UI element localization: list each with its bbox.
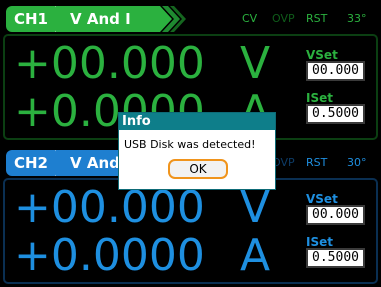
mode-chevrons-icon — [150, 6, 186, 32]
iset-input[interactable]: 0.5000 — [306, 248, 365, 268]
temperature-readout: 33° — [347, 12, 367, 25]
voltage-reading: +00.000 — [14, 182, 205, 233]
vset-input[interactable]: 00.000 — [306, 61, 365, 81]
temperature-readout: 30° — [347, 156, 367, 169]
info-dialog: Info USB Disk was detected! OK — [118, 112, 276, 190]
ovp-indicator: OVP — [272, 12, 295, 25]
power-supply-screen: CH1 V And I CV OVP RST 33° +00.000 V +0.… — [0, 0, 381, 287]
rst-indicator: RST — [306, 156, 328, 169]
dialog-message: USB Disk was detected! — [124, 138, 256, 151]
current-unit: A — [240, 230, 271, 281]
dialog-title: Info — [119, 113, 275, 130]
vset-label: VSet — [306, 48, 338, 62]
ok-button[interactable]: OK — [168, 159, 228, 179]
channel-1-mode-tab[interactable]: V And I — [56, 6, 160, 32]
rst-indicator: RST — [306, 12, 328, 25]
vset-input[interactable]: 00.000 — [306, 205, 365, 225]
iset-input[interactable]: 0.5000 — [306, 104, 365, 124]
current-reading: +0.0000 — [14, 230, 205, 281]
voltage-unit: V — [240, 38, 271, 89]
voltage-unit: V — [240, 182, 271, 233]
voltage-reading: +00.000 — [14, 38, 205, 89]
cv-indicator: CV — [242, 12, 258, 25]
vset-label: VSet — [306, 192, 338, 206]
iset-label: ISet — [306, 91, 333, 105]
iset-label: ISet — [306, 235, 333, 249]
